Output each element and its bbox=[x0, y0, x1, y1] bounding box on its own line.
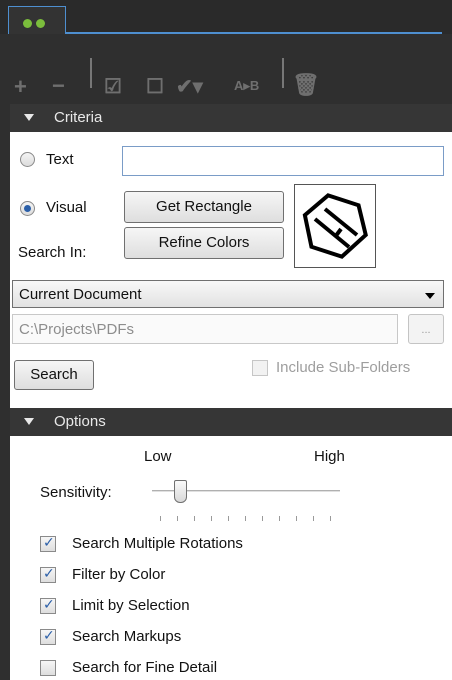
slider-tick bbox=[313, 516, 314, 521]
option-checkbox-label: Search for Fine Detail bbox=[72, 659, 218, 676]
include-subfolders-checkbox[interactable] bbox=[252, 360, 268, 376]
trash-icon[interactable]: 🗑 bbox=[292, 72, 320, 98]
criteria-title: Criteria bbox=[54, 109, 103, 126]
minus-icon[interactable]: − bbox=[52, 73, 65, 99]
slider-tick bbox=[245, 516, 246, 521]
include-subfolders-label: Include Sub-Folders bbox=[276, 359, 411, 376]
visual-radio-label: Visual bbox=[46, 199, 87, 216]
option-checkbox[interactable] bbox=[40, 597, 56, 614]
chevron-down-icon bbox=[425, 293, 435, 299]
visual-preview bbox=[294, 184, 376, 268]
sensitivity-label: Sensitivity: bbox=[40, 484, 112, 501]
text-search-input[interactable] bbox=[122, 146, 444, 176]
toolbar-separator bbox=[90, 58, 92, 88]
left-margin-bar bbox=[0, 104, 10, 680]
visual-radio[interactable] bbox=[20, 201, 35, 216]
tab-strip bbox=[0, 0, 452, 34]
folder-path-value: C:\Projects\PDFs bbox=[19, 321, 135, 338]
browse-button[interactable]: ... bbox=[408, 314, 444, 344]
search-button[interactable]: Search bbox=[14, 360, 94, 390]
option-checkbox-label: Search Multiple Rotations bbox=[72, 535, 243, 552]
criteria-header[interactable]: Criteria bbox=[10, 104, 452, 132]
option-checkbox[interactable] bbox=[40, 660, 56, 676]
option-checkbox-label: Limit by Selection bbox=[72, 597, 190, 614]
search-in-dropdown[interactable]: Current Document bbox=[12, 280, 444, 308]
uncheck-box-icon[interactable]: ☐ bbox=[146, 74, 164, 99]
refine-colors-button[interactable]: Refine Colors bbox=[124, 227, 284, 259]
option-checkbox-label: Search Markups bbox=[72, 628, 182, 645]
search-in-label: Search In: bbox=[18, 244, 87, 261]
get-rectangle-button[interactable]: Get Rectangle bbox=[124, 191, 284, 223]
binoculars-icon bbox=[23, 19, 32, 28]
collapse-arrow-icon bbox=[24, 418, 34, 425]
slider-tick bbox=[177, 516, 178, 521]
sensitivity-slider-thumb[interactable] bbox=[174, 480, 188, 503]
slider-tick bbox=[160, 516, 161, 521]
slider-tick bbox=[228, 516, 229, 521]
folder-path-field[interactable]: C:\Projects\PDFs bbox=[12, 314, 398, 344]
option-checkbox-label: Filter by Color bbox=[72, 566, 166, 583]
option-checkbox[interactable] bbox=[40, 535, 56, 552]
collapse-arrow-icon bbox=[24, 114, 34, 121]
slider-tick bbox=[296, 516, 297, 521]
search-in-value: Current Document bbox=[19, 286, 142, 303]
option-checkbox[interactable] bbox=[40, 628, 56, 645]
slider-tick bbox=[262, 516, 263, 521]
replace-ab-icon[interactable]: A▸B bbox=[234, 78, 259, 94]
options-header[interactable]: Options bbox=[10, 408, 452, 436]
toolbar-separator bbox=[282, 58, 284, 88]
sensitivity-low-label: Low bbox=[144, 448, 172, 465]
preview-symbol-icon bbox=[302, 193, 368, 259]
text-radio-label: Text bbox=[46, 151, 74, 168]
slider-tick bbox=[330, 516, 331, 521]
plus-icon[interactable]: + bbox=[14, 74, 27, 100]
options-title: Options bbox=[54, 413, 106, 430]
toolbar: + − ☑ ☐ ✔▾ A▸B 🗑 bbox=[0, 34, 452, 104]
slider-tick bbox=[279, 516, 280, 521]
binoculars-icon-right-lens bbox=[36, 19, 45, 28]
text-radio[interactable] bbox=[20, 152, 35, 167]
check-box-icon[interactable]: ☑ bbox=[104, 74, 122, 99]
slider-tick bbox=[211, 516, 212, 521]
tab-search[interactable] bbox=[8, 6, 66, 34]
checkmark-dropdown-icon[interactable]: ✔▾ bbox=[176, 74, 203, 99]
option-checkbox[interactable] bbox=[40, 566, 56, 583]
slider-tick bbox=[194, 516, 195, 521]
sensitivity-high-label: High bbox=[314, 448, 345, 465]
